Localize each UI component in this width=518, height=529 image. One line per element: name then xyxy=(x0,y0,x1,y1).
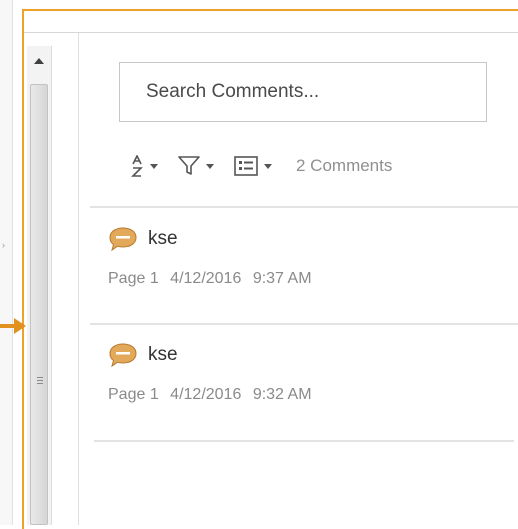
comment-bubble-icon xyxy=(109,343,137,368)
pane-edge-mark: › xyxy=(2,240,5,250)
comment-meta: Page 1 4/12/2016 9:37 AM xyxy=(108,270,508,288)
comment-count: 2 Comments xyxy=(296,156,393,175)
chevron-up-icon xyxy=(34,58,44,64)
grip-icon xyxy=(37,377,43,386)
panel-top-divider xyxy=(24,32,518,33)
comment-author: kse xyxy=(148,344,178,365)
comment-time: 9:37 AM xyxy=(252,270,312,287)
search-input[interactable]: Search Comments... xyxy=(119,62,487,122)
comment-date: 4/12/2016 xyxy=(170,386,242,403)
arrow-right-icon xyxy=(0,318,26,339)
comment-date: 4/12/2016 xyxy=(170,270,242,287)
filter-icon xyxy=(178,156,200,175)
filter-button[interactable] xyxy=(178,156,214,176)
list-separator xyxy=(94,440,514,442)
comments-toolbar: 2 Comments xyxy=(130,148,392,184)
list-separator xyxy=(90,206,518,208)
scrollbar-thumb[interactable] xyxy=(30,84,48,525)
options-button[interactable] xyxy=(234,156,272,176)
comment-page: Page 1 xyxy=(108,386,159,403)
chevron-down-icon xyxy=(264,163,272,169)
list-separator xyxy=(90,323,518,325)
comment-item[interactable]: kse Page 1 4/12/2016 9:32 AM xyxy=(108,340,508,404)
comment-author: kse xyxy=(148,228,178,249)
list-options-icon xyxy=(234,156,258,176)
scroll-up-button[interactable] xyxy=(27,50,51,72)
sort-button[interactable] xyxy=(130,155,158,177)
comment-meta: Page 1 4/12/2016 9:32 AM xyxy=(108,386,508,404)
sort-az-icon xyxy=(131,155,143,177)
comment-bubble-icon xyxy=(109,227,137,252)
chevron-down-icon xyxy=(206,163,214,169)
comment-page: Page 1 xyxy=(108,270,159,287)
comment-time: 9:32 AM xyxy=(252,386,312,403)
chevron-down-icon xyxy=(150,163,158,169)
left-pane-edge: › xyxy=(0,0,13,525)
search-placeholder: Search Comments... xyxy=(146,81,320,102)
panel-divider xyxy=(78,33,79,525)
comment-item[interactable]: kse Page 1 4/12/2016 9:37 AM xyxy=(108,224,508,288)
